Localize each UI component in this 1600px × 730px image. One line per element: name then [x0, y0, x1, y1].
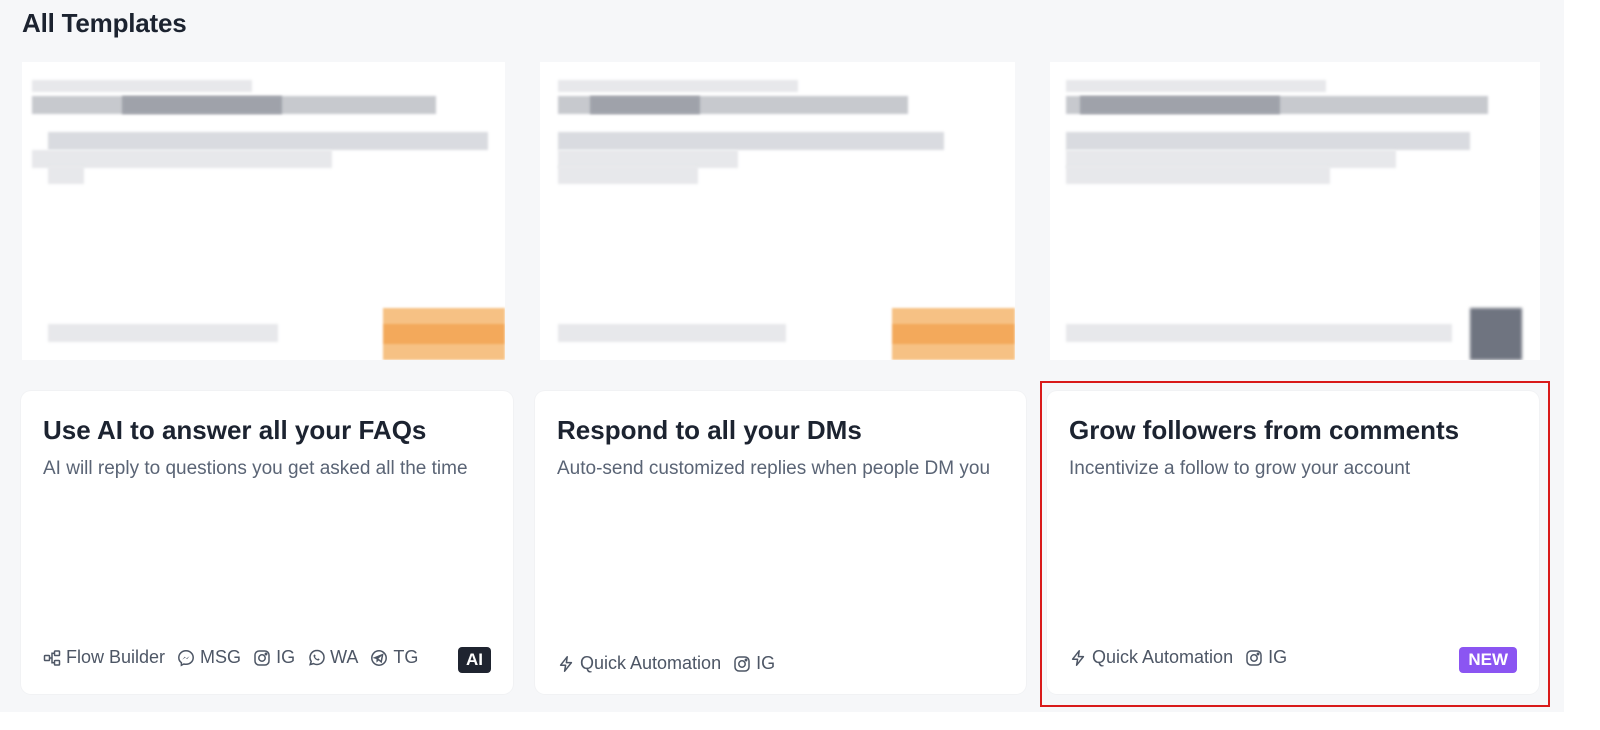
template-preview-3[interactable]	[1050, 62, 1540, 360]
card-description: Auto-send customized replies when people…	[557, 458, 991, 479]
meta-label: IG	[756, 653, 776, 673]
preview-badge	[383, 308, 505, 360]
card-title: Respond to all your DMs	[557, 415, 862, 445]
template-card-dms[interactable]: Respond to all your DMs Auto-send custom…	[535, 391, 1026, 694]
template-card-followers[interactable]: Grow followers from comments Incentivize…	[1047, 391, 1539, 694]
messenger-icon	[178, 649, 194, 667]
card-meta: Flow Builder MSG IG WA TG	[43, 647, 424, 668]
instagram-icon	[254, 649, 270, 666]
card-meta: Quick Automation IG	[1069, 647, 1293, 668]
preview-avatar	[1470, 308, 1522, 360]
whatsapp-icon	[309, 649, 325, 666]
lightning-icon	[1071, 649, 1085, 666]
meta-label: Quick Automation	[580, 653, 722, 673]
template-preview-1[interactable]	[22, 62, 505, 360]
meta-label: Quick Automation	[1092, 647, 1234, 667]
window-edge-bottom	[0, 712, 1564, 730]
card-description: Incentivize a follow to grow your accoun…	[1069, 458, 1411, 479]
meta-label: MSG	[200, 647, 242, 667]
ai-badge: AI	[458, 647, 491, 673]
page-title: All Templates	[22, 8, 187, 38]
preview-badge	[892, 308, 1015, 360]
card-meta: Quick Automation IG	[557, 653, 781, 674]
telegram-icon	[371, 649, 388, 666]
instagram-icon	[734, 655, 750, 672]
meta-label: IG	[276, 647, 296, 667]
window-edge	[1564, 0, 1600, 730]
template-preview-2[interactable]	[540, 62, 1015, 360]
meta-label: WA	[330, 647, 359, 667]
template-card-faq[interactable]: Use AI to answer all your FAQs AI will r…	[21, 391, 513, 694]
new-badge: NEW	[1459, 647, 1517, 673]
instagram-icon	[1246, 649, 1262, 666]
card-title: Grow followers from comments	[1069, 415, 1460, 445]
card-description: AI will reply to questions you get asked…	[43, 458, 468, 479]
flow-builder-icon	[43, 649, 61, 666]
card-title: Use AI to answer all your FAQs	[43, 415, 427, 445]
meta-label: IG	[1268, 647, 1288, 667]
meta-label: TG	[393, 647, 419, 667]
meta-label: Flow Builder	[66, 647, 166, 667]
lightning-icon	[559, 655, 573, 672]
